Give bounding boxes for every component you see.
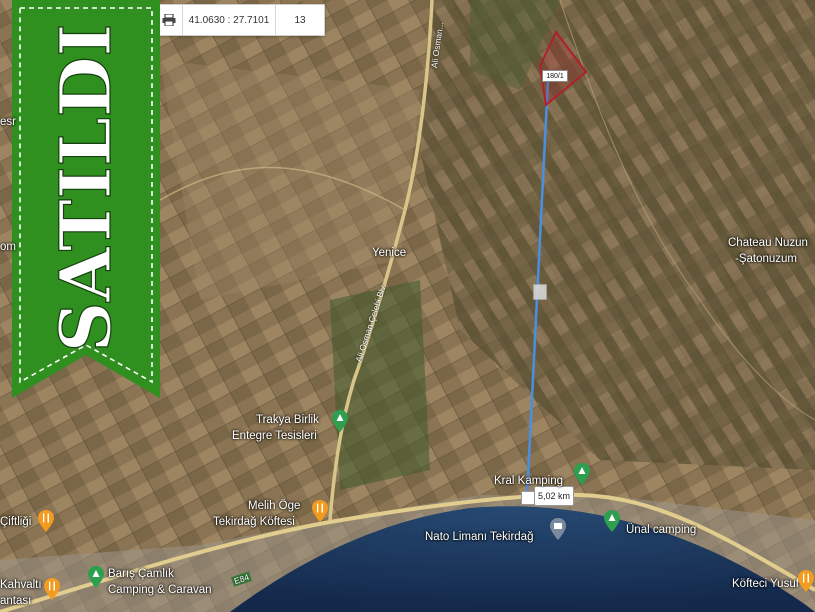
measure-start-handle[interactable]	[521, 491, 535, 505]
place-label-yenice: Yenice	[372, 247, 407, 259]
measure-midpoint-handle[interactable]	[533, 284, 547, 300]
place-label-kral: Kral Kamping	[494, 475, 564, 487]
coordinates-readout: 41.0630 : 27.7101	[183, 5, 276, 35]
place-label-kahvalti-1: Kahvaltı	[0, 579, 42, 591]
sold-banner-text: SATILDI	[44, 24, 127, 353]
camping-pin-icon[interactable]	[574, 463, 590, 485]
camping-pin-icon[interactable]	[88, 566, 104, 588]
restaurant-pin-icon[interactable]	[798, 570, 814, 592]
place-label-unal: Ünal camping	[626, 524, 697, 536]
restaurant-pin-icon[interactable]	[312, 500, 328, 522]
place-label-baris-1: Barış Çamlık	[108, 568, 174, 580]
place-label-kahvalti-2: antası	[0, 595, 32, 607]
place-label-koftec: Köfteci Yusuf	[732, 578, 799, 590]
harbor-pin-icon[interactable]	[550, 518, 566, 540]
zoom-level: 13	[294, 14, 306, 26]
place-label-nato: Nato Limanı Tekirdağ	[425, 531, 534, 543]
restaurant-pin-icon[interactable]	[38, 510, 54, 532]
place-label-om: om	[0, 241, 16, 253]
camping-pin-icon[interactable]	[604, 510, 620, 532]
place-label-melih-1: Melih Öge	[248, 500, 301, 512]
park-pin-icon[interactable]	[332, 410, 348, 432]
place-label-ciftligi: Çiftliği	[0, 516, 32, 528]
map-toolbar: 41.0630 : 27.7101 13	[155, 4, 325, 36]
restaurant-pin-icon[interactable]	[44, 578, 60, 600]
sold-banner: SATILDI	[12, 0, 160, 398]
distance-label: 5,02 km	[534, 486, 574, 506]
place-label-chateau: Chateau Nuzun	[728, 237, 808, 249]
place-label-baris-2: Camping & Caravan	[108, 584, 212, 596]
place-label-esr: esr	[0, 116, 16, 128]
place-label-melih-2: Tekirdağ Köftesi	[213, 516, 295, 528]
place-label-trakya-2: Entegre Tesisleri	[232, 430, 317, 442]
place-label-satonuzum: -Şatonuzum	[735, 253, 798, 265]
place-label-trakya-1: Trakya Birlik	[256, 414, 319, 426]
parcel-label: 180/1	[542, 70, 568, 82]
